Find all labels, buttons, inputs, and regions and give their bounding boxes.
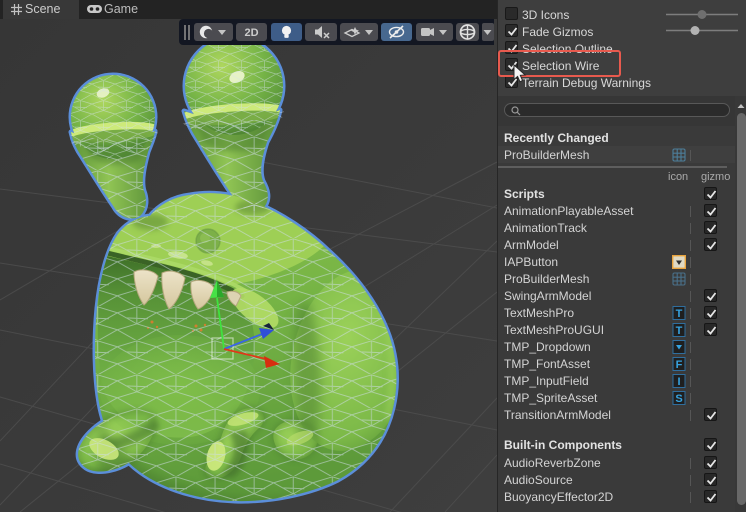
svg-text:T: T xyxy=(676,308,683,320)
svg-text:I: I xyxy=(677,376,680,388)
svg-text:S: S xyxy=(675,393,682,405)
svg-text:F: F xyxy=(676,359,683,371)
svg-text:T: T xyxy=(676,325,683,337)
svg-text:2D: 2D xyxy=(244,27,258,39)
